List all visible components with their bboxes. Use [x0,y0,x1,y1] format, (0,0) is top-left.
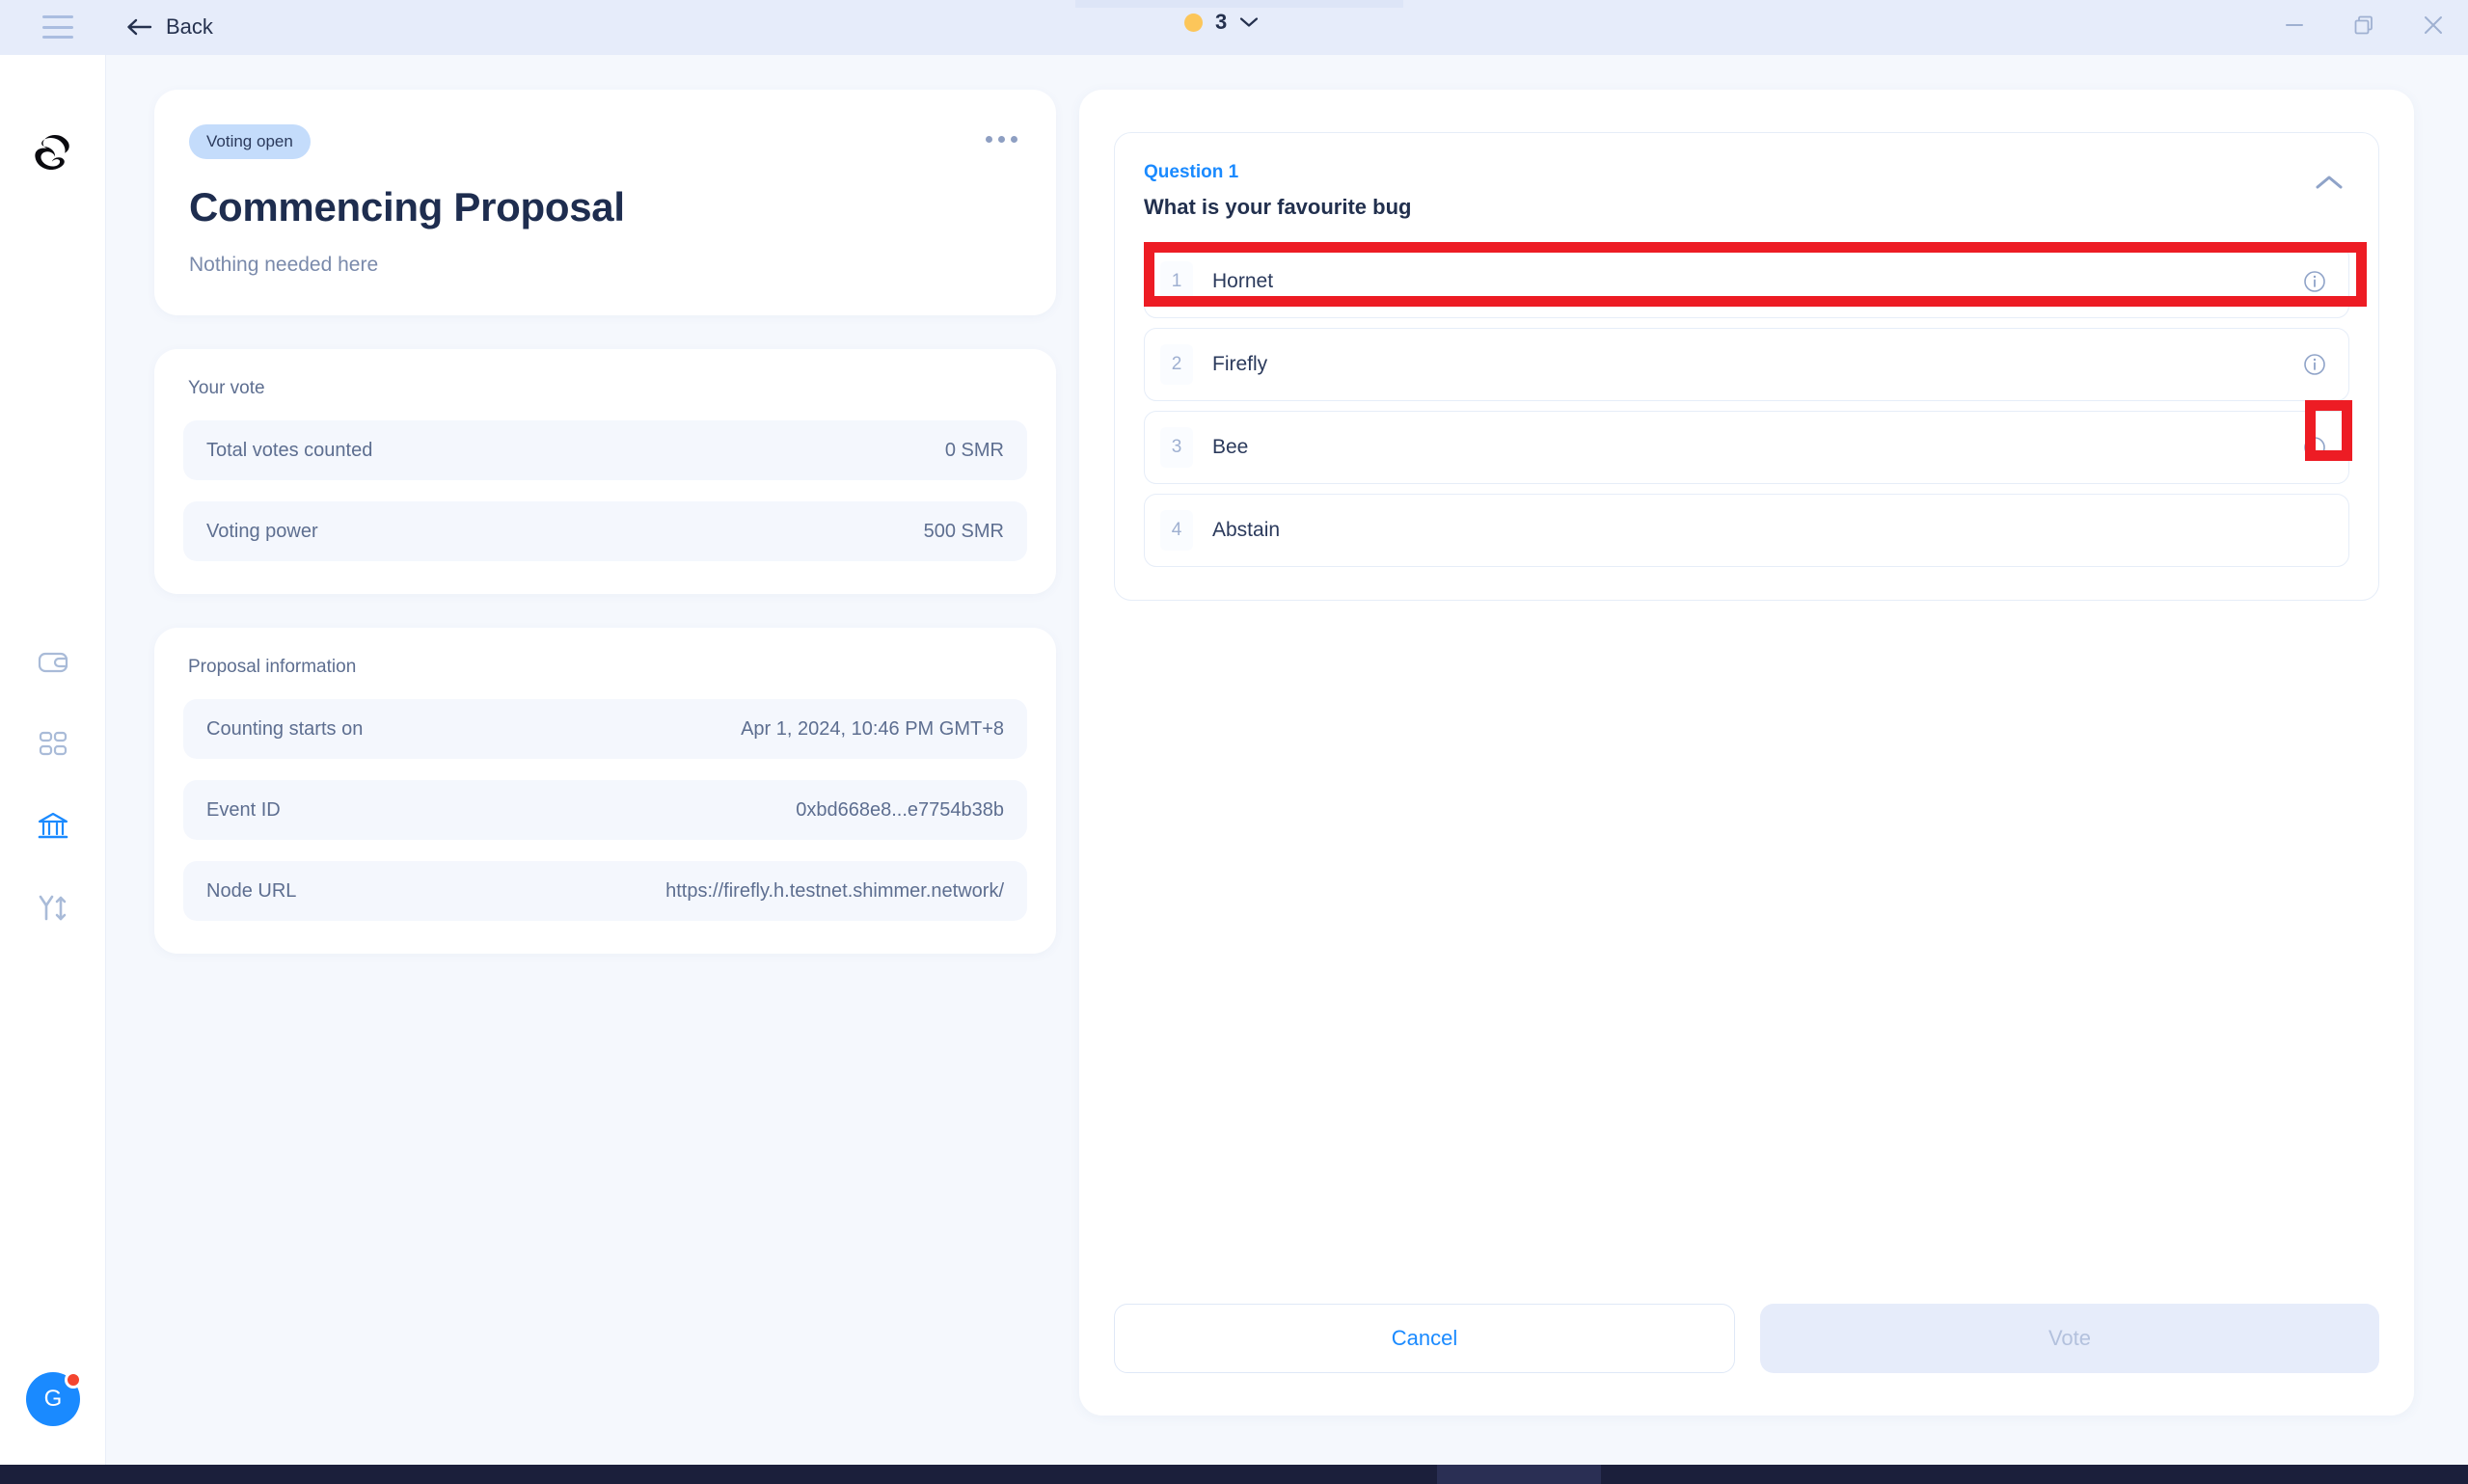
cancel-button[interactable]: Cancel [1114,1304,1735,1373]
your-vote-title: Your vote [188,378,265,398]
info-circle-icon[interactable] [2302,269,2327,294]
question-heading-group: Question 1 What is your favourite bug [1144,162,1411,220]
answer-option-4[interactable]: 4 Abstain [1144,494,2349,567]
voting-panel: Question 1 What is your favourite bug 1 … [1079,90,2414,1416]
hamburger-line [42,36,73,39]
table-row[interactable]: Node URL https://firefly.h.testnet.shimm… [183,861,1027,921]
dot [1011,136,1017,143]
governance-bank-icon [37,810,69,848]
answer-option-2[interactable]: 2 Firefly [1144,328,2349,401]
answer-number: 3 [1160,427,1193,468]
answer-label: Bee [1212,436,1249,458]
hamburger-line [42,15,73,18]
info-circle-icon[interactable] [2302,435,2327,460]
answer-label: Hornet [1212,270,1274,292]
network-status-dot [1184,13,1203,32]
proposal-information-card: Proposal information Counting starts on … [154,628,1056,954]
os-taskbar-highlight [1437,1465,1601,1484]
back-button[interactable]: Back [125,11,213,43]
sidebar-item-governance[interactable] [0,788,106,870]
table-row: Voting power 500 SMR [183,501,1027,561]
answer-option-3[interactable]: 3 Bee [1144,411,2349,484]
close-button[interactable] [2399,0,2468,55]
proposal-card-header: Voting open [189,124,1021,159]
minimize-icon [2284,14,2305,40]
os-taskbar [0,1465,2468,1484]
proposal-information-title: Proposal information [188,657,357,677]
table-row: Counting starts on Apr 1, 2024, 10:46 PM… [183,699,1027,759]
sidebar-items [0,624,106,952]
voting-action-bar: Cancel Vote [1114,1304,2379,1373]
table-row[interactable]: Event ID 0xbd668e8...e7754b38b [183,780,1027,840]
row-value: 0 SMR [944,439,1004,461]
row-value: 500 SMR [923,520,1004,542]
proposal-subtitle: Nothing needed here [189,254,379,276]
network-status-selector[interactable]: 3 [1184,10,1259,35]
answer-label: Abstain [1212,519,1281,541]
chevron-up-icon[interactable] [2309,162,2349,207]
question-card: Question 1 What is your favourite bug 1 … [1114,132,2379,601]
row-key: Voting power [206,520,318,542]
shimmer-logo-icon [27,127,77,177]
dot [986,136,992,143]
close-icon [2422,13,2445,41]
dot [998,136,1005,143]
answer-number: 4 [1160,510,1193,551]
page-title: Commencing Proposal [189,184,625,229]
avatar-notification-badge [65,1371,82,1389]
row-value: 0xbd668e8...e7754b38b [796,798,1004,821]
settings-tools-icon [37,892,69,930]
proposal-details-column: Voting open Commencing Proposal Nothing … [154,90,1056,954]
row-key: Event ID [206,798,281,821]
sidebar-item-collectibles[interactable] [0,706,106,788]
sidebar-rail: G [0,55,106,1465]
table-row: Total votes counted 0 SMR [183,420,1027,480]
vote-button: Vote [1760,1304,2379,1373]
row-value: Apr 1, 2024, 10:46 PM GMT+8 [741,717,1004,740]
your-vote-card: Your vote Total votes counted 0 SMR Voti… [154,349,1056,594]
row-key: Total votes counted [206,439,373,461]
question-label: Question 1 [1144,162,1239,182]
info-circle-icon[interactable] [2302,352,2327,377]
more-horizontal-icon[interactable] [982,124,1021,154]
question-text: What is your favourite bug [1144,195,1412,219]
proposal-summary-card: Voting open Commencing Proposal Nothing … [154,90,1056,315]
restore-icon [2352,13,2375,41]
titlebar-drag-region [1075,0,1403,8]
arrow-left-icon [125,15,152,39]
maximize-button[interactable] [2329,0,2399,55]
wallet-icon [37,646,69,684]
minimize-button[interactable] [2260,0,2329,55]
row-key: Node URL [206,879,297,902]
apps-grid-icon [38,729,68,765]
window-titlebar: Back 3 [0,0,2468,55]
answer-number: 1 [1160,261,1193,302]
answer-label: Firefly [1212,353,1268,375]
avatar[interactable]: G [26,1371,82,1426]
sidebar-item-wallet[interactable] [0,624,106,706]
back-label: Back [166,14,213,39]
chevron-down-icon [1239,16,1259,28]
row-key: Counting starts on [206,717,364,740]
hamburger-menu-icon[interactable] [42,15,73,39]
main-content: Voting open Commencing Proposal Nothing … [107,55,2468,1465]
answer-option-1[interactable]: 1 Hornet [1144,245,2349,318]
network-peer-count: 3 [1215,10,1228,34]
row-value: https://firefly.h.testnet.shimmer.networ… [665,879,1004,902]
window-controls [2260,0,2468,55]
question-header: Question 1 What is your favourite bug [1144,162,2349,220]
answer-number: 2 [1160,344,1193,385]
sidebar-item-settings[interactable] [0,870,106,952]
status-badge: Voting open [189,124,311,159]
hamburger-line [42,25,73,29]
answer-options-list: 1 Hornet 2 Firefly 3 Bee 4 Abstain [1144,245,2349,567]
